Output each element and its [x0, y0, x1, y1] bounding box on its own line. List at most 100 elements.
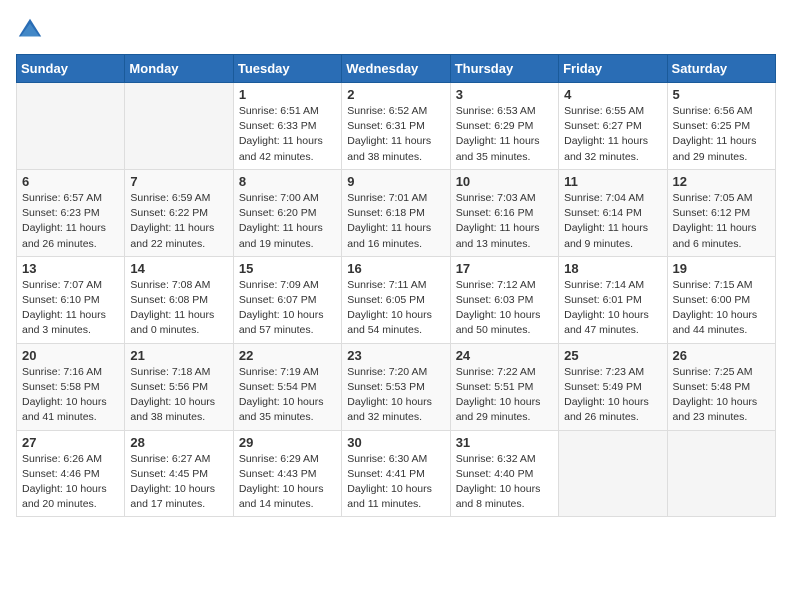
calendar-cell: 18 Sunrise: 7:14 AM Sunset: 6:01 PM Dayli…: [559, 256, 667, 343]
day-number: 5: [673, 87, 770, 102]
day-number: 18: [564, 261, 661, 276]
cell-info: Sunrise: 6:56 AM Sunset: 6:25 PM Dayligh…: [673, 104, 770, 165]
week-row-2: 6Sunrise: 6:57 AM Sunset: 6:23 PM Daylig…: [17, 169, 776, 256]
calendar-cell: [559, 430, 667, 517]
cell-info: Sunrise: 6:59 AM Sunset: 6:22 PM Dayligh…: [130, 191, 227, 252]
day-header-saturday: Saturday: [667, 55, 775, 83]
day-header-sunday: Sunday: [17, 55, 125, 83]
cell-info: Sunrise: 7:19 AM Sunset: 5:54 PM Dayligh…: [239, 365, 336, 426]
day-number: 9: [347, 174, 444, 189]
calendar-cell: 29 Sunrise: 6:29 AM Sunset: 4:43 PM Dayli…: [233, 430, 341, 517]
cell-info: Sunrise: 7:05 AM Sunset: 6:12 PM Dayligh…: [673, 191, 770, 252]
calendar-cell: 10 Sunrise: 7:03 AM Sunset: 6:16 PM Dayli…: [450, 169, 558, 256]
cell-info: Sunrise: 7:14 AM Sunset: 6:01 PM Dayligh…: [564, 278, 661, 339]
day-number: 29: [239, 435, 336, 450]
calendar-cell: 3 Sunrise: 6:53 AM Sunset: 6:29 PM Daylig…: [450, 83, 558, 170]
calendar-cell: 12 Sunrise: 7:05 AM Sunset: 6:12 PM Dayli…: [667, 169, 775, 256]
cell-info: Sunrise: 7:20 AM Sunset: 5:53 PM Dayligh…: [347, 365, 444, 426]
page-header: [16, 16, 776, 44]
calendar-table: SundayMondayTuesdayWednesdayThursdayFrid…: [16, 54, 776, 517]
calendar-cell: 11 Sunrise: 7:04 AM Sunset: 6:14 PM Dayli…: [559, 169, 667, 256]
day-number: 25: [564, 348, 661, 363]
day-number: 16: [347, 261, 444, 276]
day-number: 3: [456, 87, 553, 102]
day-number: 27: [22, 435, 119, 450]
day-number: 4: [564, 87, 661, 102]
calendar-cell: 25 Sunrise: 7:23 AM Sunset: 5:49 PM Dayli…: [559, 343, 667, 430]
day-number: 10: [456, 174, 553, 189]
calendar-cell: [17, 83, 125, 170]
day-number: 8: [239, 174, 336, 189]
cell-info: Sunrise: 6:53 AM Sunset: 6:29 PM Dayligh…: [456, 104, 553, 165]
calendar-cell: 16 Sunrise: 7:11 AM Sunset: 6:05 PM Dayli…: [342, 256, 450, 343]
calendar-cell: 20 Sunrise: 7:16 AM Sunset: 5:58 PM Dayli…: [17, 343, 125, 430]
day-number: 12: [673, 174, 770, 189]
calendar-cell: [125, 83, 233, 170]
calendar-cell: [667, 430, 775, 517]
calendar-cell: 17 Sunrise: 7:12 AM Sunset: 6:03 PM Dayli…: [450, 256, 558, 343]
day-number: 13: [22, 261, 119, 276]
cell-info: Sunrise: 7:09 AM Sunset: 6:07 PM Dayligh…: [239, 278, 336, 339]
cell-info: Sunrise: 6:51 AM Sunset: 6:33 PM Dayligh…: [239, 104, 336, 165]
day-number: 7: [130, 174, 227, 189]
day-number: 28: [130, 435, 227, 450]
header-row: SundayMondayTuesdayWednesdayThursdayFrid…: [17, 55, 776, 83]
calendar-cell: 4 Sunrise: 6:55 AM Sunset: 6:27 PM Daylig…: [559, 83, 667, 170]
cell-info: Sunrise: 7:12 AM Sunset: 6:03 PM Dayligh…: [456, 278, 553, 339]
logo-icon: [16, 16, 44, 44]
cell-info: Sunrise: 7:00 AM Sunset: 6:20 PM Dayligh…: [239, 191, 336, 252]
calendar-cell: 2Sunrise: 6:52 AM Sunset: 6:31 PM Daylig…: [342, 83, 450, 170]
cell-info: Sunrise: 6:57 AM Sunset: 6:23 PM Dayligh…: [22, 191, 119, 252]
week-row-4: 20 Sunrise: 7:16 AM Sunset: 5:58 PM Dayli…: [17, 343, 776, 430]
cell-info: Sunrise: 7:04 AM Sunset: 6:14 PM Dayligh…: [564, 191, 661, 252]
cell-info: Sunrise: 7:23 AM Sunset: 5:49 PM Dayligh…: [564, 365, 661, 426]
day-number: 24: [456, 348, 553, 363]
day-number: 11: [564, 174, 661, 189]
logo: [16, 16, 48, 44]
cell-info: Sunrise: 6:30 AM Sunset: 4:41 PM Dayligh…: [347, 452, 444, 513]
day-header-thursday: Thursday: [450, 55, 558, 83]
day-number: 1: [239, 87, 336, 102]
calendar-cell: 28Sunrise: 6:27 AM Sunset: 4:45 PM Dayli…: [125, 430, 233, 517]
calendar-cell: 30 Sunrise: 6:30 AM Sunset: 4:41 PM Dayli…: [342, 430, 450, 517]
cell-info: Sunrise: 7:16 AM Sunset: 5:58 PM Dayligh…: [22, 365, 119, 426]
calendar-cell: 21Sunrise: 7:18 AM Sunset: 5:56 PM Dayli…: [125, 343, 233, 430]
day-header-wednesday: Wednesday: [342, 55, 450, 83]
day-number: 14: [130, 261, 227, 276]
day-number: 22: [239, 348, 336, 363]
calendar-cell: 13Sunrise: 7:07 AM Sunset: 6:10 PM Dayli…: [17, 256, 125, 343]
cell-info: Sunrise: 6:29 AM Sunset: 4:43 PM Dayligh…: [239, 452, 336, 513]
cell-info: Sunrise: 7:22 AM Sunset: 5:51 PM Dayligh…: [456, 365, 553, 426]
day-number: 26: [673, 348, 770, 363]
calendar-cell: 24 Sunrise: 7:22 AM Sunset: 5:51 PM Dayli…: [450, 343, 558, 430]
calendar-cell: 7 Sunrise: 6:59 AM Sunset: 6:22 PM Daylig…: [125, 169, 233, 256]
day-number: 23: [347, 348, 444, 363]
day-number: 2: [347, 87, 444, 102]
calendar-header: SundayMondayTuesdayWednesdayThursdayFrid…: [17, 55, 776, 83]
calendar-cell: 27Sunrise: 6:26 AM Sunset: 4:46 PM Dayli…: [17, 430, 125, 517]
day-number: 20: [22, 348, 119, 363]
week-row-1: 1 Sunrise: 6:51 AM Sunset: 6:33 PM Daylig…: [17, 83, 776, 170]
calendar-cell: 26 Sunrise: 7:25 AM Sunset: 5:48 PM Dayli…: [667, 343, 775, 430]
calendar-body: 1 Sunrise: 6:51 AM Sunset: 6:33 PM Daylig…: [17, 83, 776, 517]
day-number: 31: [456, 435, 553, 450]
calendar-cell: 22 Sunrise: 7:19 AM Sunset: 5:54 PM Dayli…: [233, 343, 341, 430]
cell-info: Sunrise: 7:08 AM Sunset: 6:08 PM Dayligh…: [130, 278, 227, 339]
week-row-5: 27Sunrise: 6:26 AM Sunset: 4:46 PM Dayli…: [17, 430, 776, 517]
week-row-3: 13Sunrise: 7:07 AM Sunset: 6:10 PM Dayli…: [17, 256, 776, 343]
cell-info: Sunrise: 7:11 AM Sunset: 6:05 PM Dayligh…: [347, 278, 444, 339]
cell-info: Sunrise: 7:03 AM Sunset: 6:16 PM Dayligh…: [456, 191, 553, 252]
calendar-cell: 9 Sunrise: 7:01 AM Sunset: 6:18 PM Daylig…: [342, 169, 450, 256]
calendar-cell: 31 Sunrise: 6:32 AM Sunset: 4:40 PM Dayli…: [450, 430, 558, 517]
cell-info: Sunrise: 6:55 AM Sunset: 6:27 PM Dayligh…: [564, 104, 661, 165]
day-header-monday: Monday: [125, 55, 233, 83]
cell-info: Sunrise: 7:01 AM Sunset: 6:18 PM Dayligh…: [347, 191, 444, 252]
day-number: 17: [456, 261, 553, 276]
calendar-cell: 8 Sunrise: 7:00 AM Sunset: 6:20 PM Daylig…: [233, 169, 341, 256]
day-header-tuesday: Tuesday: [233, 55, 341, 83]
calendar-cell: 1 Sunrise: 6:51 AM Sunset: 6:33 PM Daylig…: [233, 83, 341, 170]
cell-info: Sunrise: 6:32 AM Sunset: 4:40 PM Dayligh…: [456, 452, 553, 513]
cell-info: Sunrise: 7:25 AM Sunset: 5:48 PM Dayligh…: [673, 365, 770, 426]
calendar-cell: 6Sunrise: 6:57 AM Sunset: 6:23 PM Daylig…: [17, 169, 125, 256]
day-number: 30: [347, 435, 444, 450]
